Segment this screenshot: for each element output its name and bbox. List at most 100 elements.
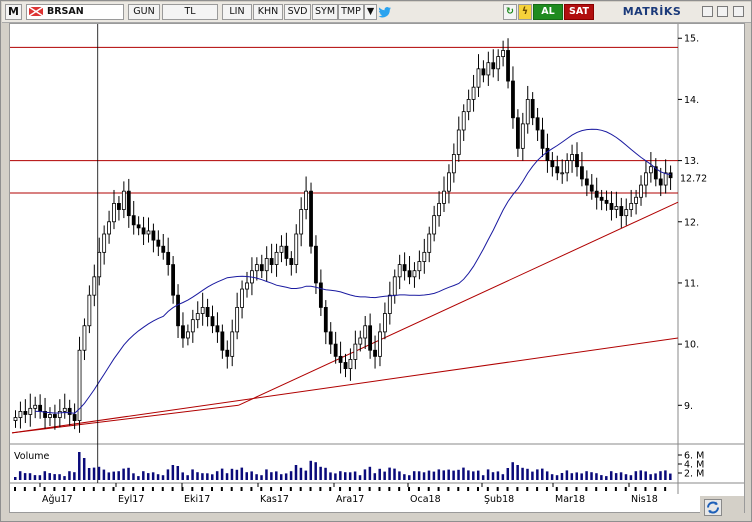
candle-body <box>225 349 230 357</box>
month-label: Şub18 <box>484 494 514 505</box>
candle-body <box>383 313 387 333</box>
month-label: Mar18 <box>555 494 585 505</box>
volume-bar <box>142 471 145 480</box>
minimize-button[interactable] <box>702 6 713 17</box>
candle-body <box>451 154 456 174</box>
alert-bolt-button[interactable]: ϟ <box>518 4 532 20</box>
day-tick <box>63 487 66 491</box>
refresh-button[interactable]: ↻ <box>503 4 517 20</box>
volume-bar <box>472 471 475 480</box>
candle-body <box>343 362 348 369</box>
candle-body <box>284 245 289 259</box>
candle-body <box>220 331 225 351</box>
template-button[interactable]: TMP <box>338 4 364 20</box>
twitter-icon[interactable] <box>378 4 392 20</box>
chart-area[interactable]: 9. 10. 11. 12. 13. 14. 15. 12.72 Volume 6. M 4. M2… <box>9 23 745 513</box>
volume-bar <box>649 474 652 480</box>
day-tick <box>467 487 470 491</box>
candle-body <box>215 325 220 333</box>
candle-body <box>254 264 259 272</box>
candle-body <box>92 276 97 296</box>
buy-button[interactable]: AL <box>533 4 563 20</box>
day-tick <box>555 487 558 491</box>
volume-bar <box>536 469 539 480</box>
volume-bar <box>201 473 204 480</box>
month-label: Oca18 <box>410 494 441 505</box>
volume-bar <box>294 465 298 480</box>
volume-bar <box>654 473 657 480</box>
candle-body <box>338 355 343 363</box>
refresh-icon[interactable] <box>704 499 722 516</box>
candle-body <box>594 190 599 198</box>
chart-window: M BRSAN GUN TL LIN KHN SVD SYM TMP ▼ ↻ ϟ… <box>0 0 752 522</box>
candle-body <box>235 307 240 333</box>
volume-bar <box>137 476 140 480</box>
day-tick <box>230 487 233 491</box>
candle-body <box>181 325 185 339</box>
candle-body <box>304 190 308 210</box>
day-tick <box>585 487 588 491</box>
linear-scale-button[interactable]: LIN <box>222 4 252 20</box>
candle-body <box>309 190 313 247</box>
day-tick <box>53 487 56 491</box>
candle-body <box>565 160 570 174</box>
period-button[interactable]: GUN <box>128 4 160 20</box>
volume-bar <box>609 471 613 480</box>
candle-body <box>422 251 427 262</box>
volume-bar <box>156 474 160 480</box>
candle-body <box>589 184 594 192</box>
candle-body <box>432 215 437 235</box>
volume-bar <box>215 471 219 480</box>
candle-body <box>570 154 574 161</box>
volume-bar <box>166 469 170 480</box>
candle-body <box>23 411 28 415</box>
khn-button[interactable]: KHN <box>253 4 283 20</box>
svd-button[interactable]: SVD <box>284 4 311 20</box>
candle-body <box>82 325 87 351</box>
close-button[interactable] <box>733 6 744 17</box>
day-tick <box>191 487 194 491</box>
candle-body <box>358 337 363 345</box>
day-tick <box>23 487 26 491</box>
sym-button[interactable]: SYM <box>312 4 338 20</box>
day-tick <box>545 487 548 491</box>
candle-body <box>530 99 535 119</box>
day-tick <box>339 487 342 491</box>
volume-bar <box>14 477 17 480</box>
volume-bar <box>289 471 293 480</box>
volume-bar <box>344 472 347 480</box>
volume-bar <box>319 466 322 480</box>
candle-body <box>279 245 284 253</box>
candle-body <box>289 258 294 265</box>
day-tick <box>496 487 499 491</box>
volume-bar <box>299 467 303 480</box>
candle-body <box>614 206 619 210</box>
volume-bar <box>605 476 608 480</box>
volume-bar <box>191 469 194 480</box>
currency-button[interactable]: TL <box>162 4 218 20</box>
candle-body <box>511 80 515 119</box>
volume-bar <box>230 468 234 480</box>
moving-average-line <box>35 128 671 414</box>
candle-body <box>496 56 501 70</box>
sell-button[interactable]: SAT <box>564 4 594 20</box>
maximize-button[interactable] <box>717 6 728 17</box>
volume-bar <box>570 473 574 480</box>
app-logo[interactable]: M <box>5 4 22 20</box>
volume-bar <box>309 460 313 480</box>
template-dropdown-icon[interactable]: ▼ <box>364 4 377 20</box>
day-tick <box>329 487 332 491</box>
candle-body <box>506 50 510 82</box>
day-tick <box>644 487 647 491</box>
bottom-toolbar <box>700 496 744 519</box>
day-tick <box>526 487 529 491</box>
candle-body <box>525 99 530 125</box>
volume-bar <box>151 472 155 480</box>
candle-body <box>333 343 338 357</box>
day-tick <box>82 487 85 491</box>
day-tick <box>309 487 312 491</box>
price-chart[interactable]: 9.10.11.12.13.14.15.12.72Volume 6. M4. M2… <box>10 24 744 512</box>
day-tick <box>437 487 440 491</box>
candle-body <box>210 316 215 327</box>
day-tick <box>388 487 391 491</box>
